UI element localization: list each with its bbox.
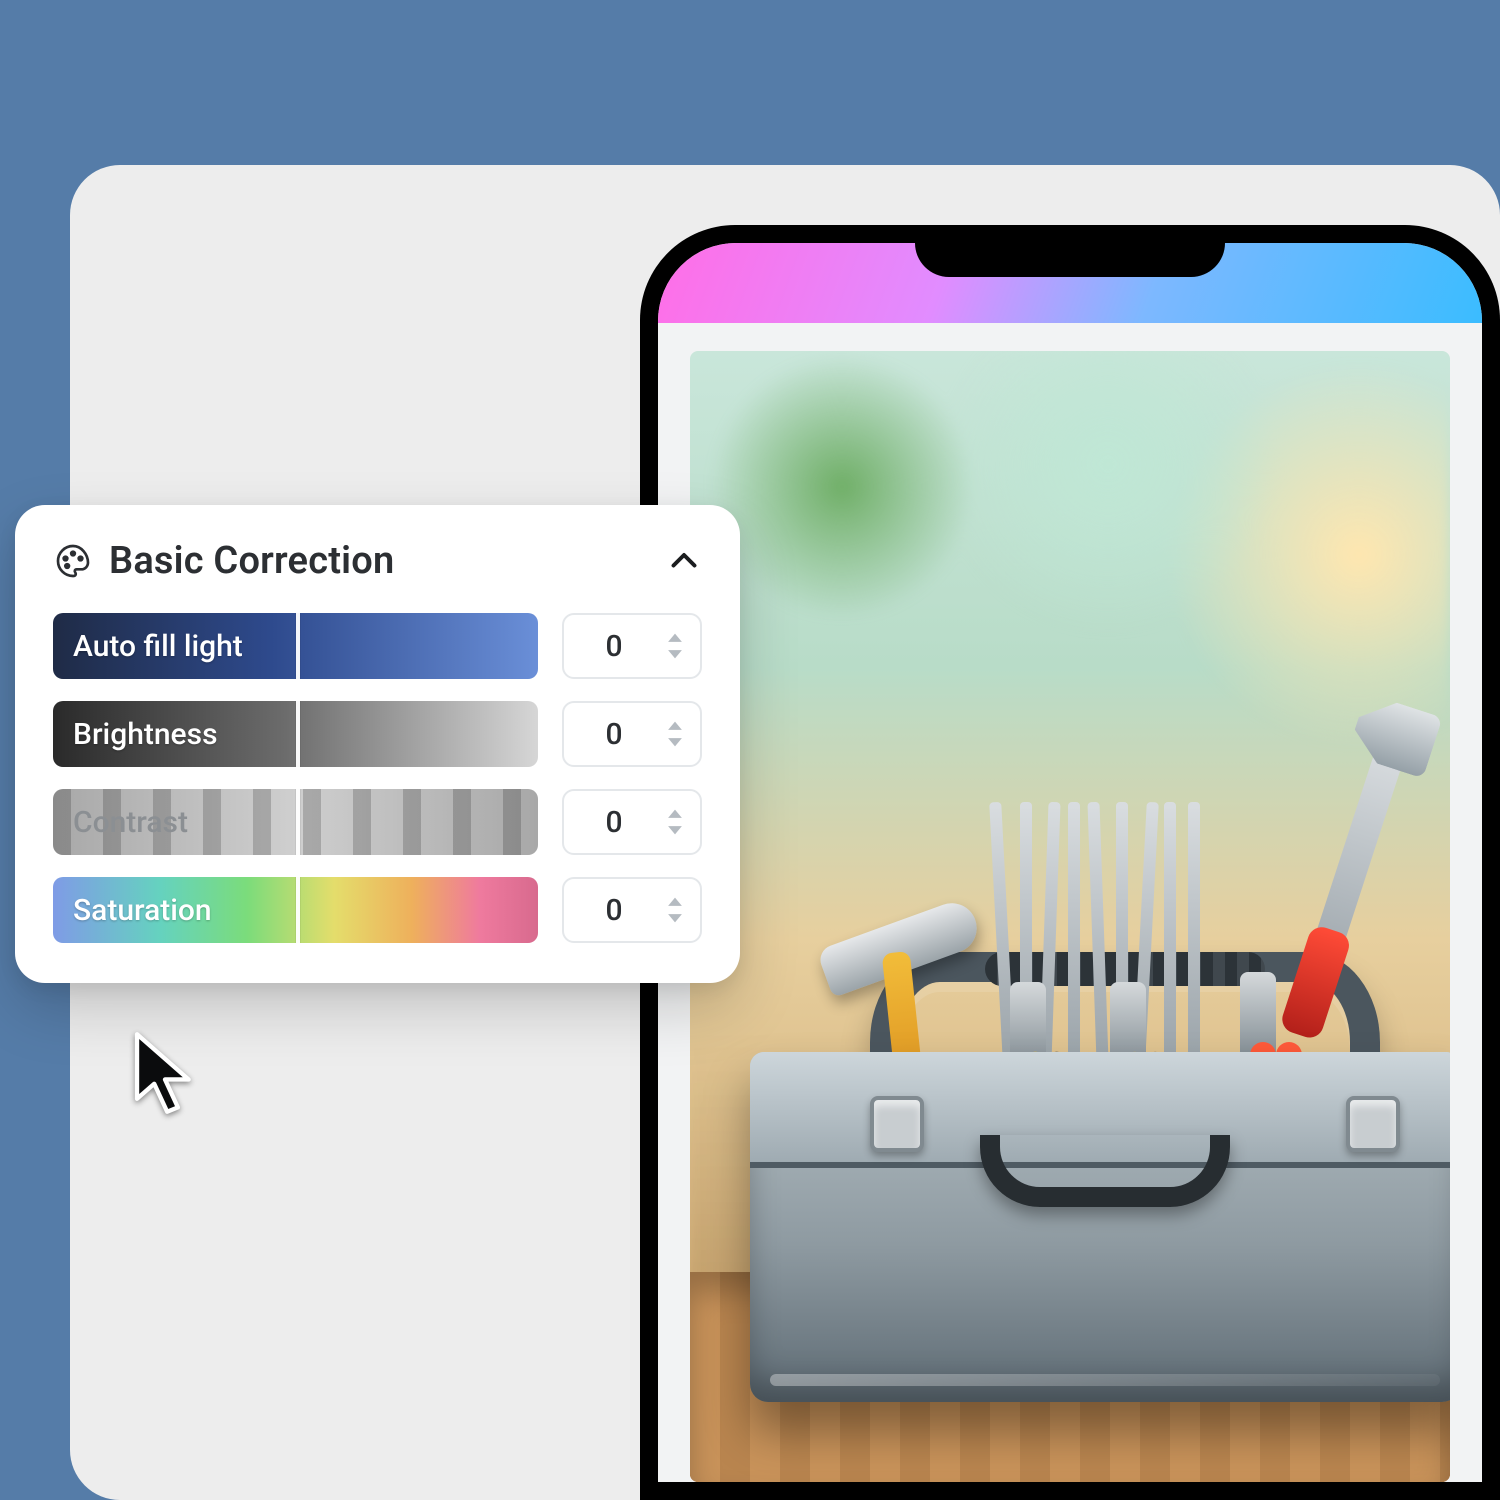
stepper-arrows-icon xyxy=(664,893,686,927)
chevron-up-icon[interactable] xyxy=(666,543,702,579)
slider-row-contrast: Contrast 0 xyxy=(53,789,702,855)
slider-row-brightness: Brightness 0 xyxy=(53,701,702,767)
phone-device-frame xyxy=(640,225,1500,1500)
stepper-arrows-icon xyxy=(664,805,686,839)
saturation-slider[interactable]: Saturation xyxy=(53,877,538,943)
slider-label: Brightness xyxy=(73,717,218,752)
slider-label: Contrast xyxy=(73,805,188,840)
palette-icon xyxy=(53,541,93,581)
stepper-value: 0 xyxy=(564,629,664,664)
stepper-arrows-icon xyxy=(664,629,686,663)
contrast-slider[interactable]: Contrast xyxy=(53,789,538,855)
slider-label: Saturation xyxy=(73,893,212,928)
slider-row-auto-fill-light: Auto fill light 0 xyxy=(53,613,702,679)
stepper-value: 0 xyxy=(564,893,664,928)
auto-fill-light-stepper[interactable]: 0 xyxy=(562,613,702,679)
slider-list: Auto fill light 0 Brightness 0 Contrast … xyxy=(53,613,702,943)
stepper-arrows-icon xyxy=(664,717,686,751)
stepper-value: 0 xyxy=(564,717,664,752)
phone-notch xyxy=(915,225,1225,277)
phone-screen xyxy=(658,243,1482,1482)
saturation-stepper[interactable]: 0 xyxy=(562,877,702,943)
panel-header[interactable]: Basic Correction xyxy=(53,539,702,583)
cursor-icon xyxy=(130,1030,200,1116)
stepper-value: 0 xyxy=(564,805,664,840)
panel-title: Basic Correction xyxy=(109,539,650,583)
phone-content-area xyxy=(658,323,1482,1482)
photo-preview[interactable] xyxy=(690,351,1450,1482)
brightness-stepper[interactable]: 0 xyxy=(562,701,702,767)
contrast-stepper[interactable]: 0 xyxy=(562,789,702,855)
basic-correction-panel: Basic Correction Auto fill light 0 Brigh… xyxy=(15,505,740,983)
brightness-slider[interactable]: Brightness xyxy=(53,701,538,767)
slider-label: Auto fill light xyxy=(73,629,243,664)
slider-row-saturation: Saturation 0 xyxy=(53,877,702,943)
auto-fill-light-slider[interactable]: Auto fill light xyxy=(53,613,538,679)
